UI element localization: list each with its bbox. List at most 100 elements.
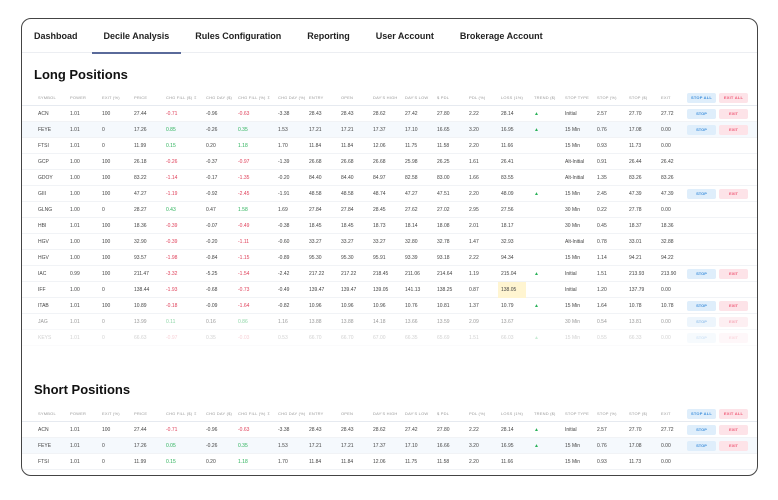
tab-brokerage-account[interactable]: Brokerage Account bbox=[458, 19, 545, 53]
table-cell: 0 bbox=[102, 127, 105, 133]
table-cell: 0.00 bbox=[661, 319, 671, 325]
stop-button[interactable]: STOP bbox=[687, 333, 716, 343]
table-cell: 11.73 bbox=[629, 143, 642, 149]
table-cell: 16.66 bbox=[437, 443, 450, 449]
stop-button[interactable]: STOP bbox=[687, 269, 716, 279]
table-cell: 27.56 bbox=[501, 207, 514, 213]
table-cell: 1.20 bbox=[597, 287, 607, 293]
table-header: SYMBOL POWER EXIT (%) PRICE CHG FILL ($) ⇳ CH… bbox=[22, 406, 757, 422]
table-cell: 0.20 bbox=[206, 459, 216, 465]
exit-button[interactable]: EXIT bbox=[719, 125, 748, 135]
table-cell: 0.05 bbox=[166, 443, 176, 449]
table-cell: 1.53 bbox=[278, 443, 288, 449]
table-cell: 0.00 bbox=[661, 287, 671, 293]
table-cell: 11.99 bbox=[134, 459, 147, 465]
column-header: STOP (%) bbox=[597, 411, 617, 416]
table-row: HGV 1.00 100 32.90 -0.39 -0.20 -1.11 -0.60 33.27… bbox=[22, 234, 757, 250]
table-row: FTSI 1.01 0 11.99 0.15 0.20 1.18 1.70 11.84 11.84… bbox=[22, 454, 757, 470]
column-header: STOP ($) bbox=[629, 95, 648, 100]
tab-decile-analysis[interactable]: Decile Analysis bbox=[91, 19, 181, 54]
table-cell: 13.59 bbox=[437, 319, 450, 325]
column-header: LOSS (1%) bbox=[501, 411, 524, 416]
table-cell: 0 bbox=[102, 443, 105, 449]
table-cell: 1.61 bbox=[469, 159, 479, 165]
stop-all-button[interactable]: STOP ALL bbox=[687, 409, 716, 419]
trend-up-icon: ▲ bbox=[534, 335, 539, 341]
trend-up-icon: ▲ bbox=[534, 191, 539, 197]
table-cell: 83.22 bbox=[134, 175, 147, 181]
table-cell: 141.13 bbox=[405, 287, 421, 293]
table-cell: -0.71 bbox=[166, 427, 178, 433]
table-cell: 100 bbox=[102, 191, 111, 197]
column-header: EXIT (%) bbox=[102, 411, 120, 416]
symbol-cell: KEYS bbox=[38, 335, 52, 341]
table-cell: 47.27 bbox=[405, 191, 418, 197]
exit-button[interactable]: EXIT bbox=[719, 189, 748, 199]
table-cell: 1.01 bbox=[70, 459, 80, 465]
exit-all-button[interactable]: EXIT ALL bbox=[719, 409, 748, 419]
exit-button[interactable]: EXIT bbox=[719, 333, 748, 343]
stop-button[interactable]: STOP bbox=[687, 317, 716, 327]
table-cell: 0 bbox=[102, 459, 105, 465]
table-cell: 28.62 bbox=[373, 427, 386, 433]
symbol-cell: FEYE bbox=[38, 127, 52, 133]
table-cell: 1.14 bbox=[597, 255, 607, 261]
table-cell: 93.39 bbox=[405, 255, 418, 261]
tab-rules-configuration[interactable]: Rules Configuration bbox=[193, 19, 283, 53]
table-cell: 0.00 bbox=[661, 443, 671, 449]
table-cell: 1.69 bbox=[278, 207, 288, 213]
stop-button[interactable]: STOP bbox=[687, 109, 716, 119]
stop-button[interactable]: STOP bbox=[687, 301, 716, 311]
exit-button[interactable]: EXIT bbox=[719, 301, 748, 311]
stop-button[interactable]: STOP bbox=[687, 425, 716, 435]
table-cell: 0.00 bbox=[661, 335, 671, 341]
table-cell: 1.01 bbox=[70, 127, 80, 133]
exit-all-button[interactable]: EXIT ALL bbox=[719, 93, 748, 103]
column-header: DAY'S HIGH bbox=[373, 95, 398, 100]
table-cell: -3.38 bbox=[278, 427, 290, 433]
stop-all-button[interactable]: STOP ALL bbox=[687, 93, 716, 103]
table-cell: 27.44 bbox=[134, 111, 147, 117]
table-cell: 27.84 bbox=[341, 207, 354, 213]
table-cell: 10.76 bbox=[405, 303, 418, 309]
stop-button[interactable]: STOP bbox=[687, 125, 716, 135]
exit-button[interactable]: EXIT bbox=[719, 441, 748, 451]
table-cell: -0.96 bbox=[206, 427, 218, 433]
table-cell: -0.07 bbox=[206, 223, 218, 229]
table-cell: 100 bbox=[102, 111, 111, 117]
stop-button[interactable]: STOP bbox=[687, 189, 716, 199]
table-cell: 11.58 bbox=[437, 459, 450, 465]
table-row: GLNG 1.00 0 28.27 0.43 0.47 1.58 1.69 27.84 27.84… bbox=[22, 202, 757, 218]
table-cell: 1.66 bbox=[469, 175, 479, 181]
symbol-cell: ACN bbox=[38, 427, 49, 433]
exit-button[interactable]: EXIT bbox=[719, 109, 748, 119]
stop-button[interactable]: STOP bbox=[687, 441, 716, 451]
column-header: PDL (%) bbox=[469, 95, 486, 100]
table-cell: 138.44 bbox=[134, 287, 150, 293]
tab-user-account[interactable]: User Account bbox=[374, 19, 436, 53]
tab-dashboard[interactable]: Dashboad bbox=[32, 19, 80, 53]
exit-button[interactable]: EXIT bbox=[719, 425, 748, 435]
table-cell: 28.62 bbox=[373, 111, 386, 117]
table-cell: 12.06 bbox=[373, 459, 386, 465]
column-header: DAY'S HIGH bbox=[373, 411, 398, 416]
table-cell: 33.27 bbox=[341, 239, 354, 245]
column-header: STOP (%) bbox=[597, 95, 617, 100]
tab-reporting[interactable]: Reporting bbox=[305, 19, 352, 53]
table-cell: 15 Min bbox=[565, 191, 581, 197]
table-cell: 11.84 bbox=[341, 143, 354, 149]
table-cell: 14.18 bbox=[373, 319, 386, 325]
table-cell: 32.88 bbox=[661, 239, 674, 245]
table-cell: 26.68 bbox=[341, 159, 354, 165]
table-cell: 2.57 bbox=[597, 111, 607, 117]
table-row: FEYE 1.01 0 17.26 0.05 -0.26 0.35 1.53 17.21 17.2… bbox=[22, 438, 757, 454]
table-cell: 47.39 bbox=[629, 191, 642, 197]
table-cell: 11.84 bbox=[309, 143, 322, 149]
table-cell: 26.68 bbox=[309, 159, 322, 165]
table-cell: 1.01 bbox=[70, 335, 80, 341]
exit-button[interactable]: EXIT bbox=[719, 317, 748, 327]
table-cell: 0 bbox=[102, 143, 105, 149]
table-cell: -0.84 bbox=[206, 255, 218, 261]
table-cell: 26.25 bbox=[437, 159, 450, 165]
exit-button[interactable]: EXIT bbox=[719, 269, 748, 279]
